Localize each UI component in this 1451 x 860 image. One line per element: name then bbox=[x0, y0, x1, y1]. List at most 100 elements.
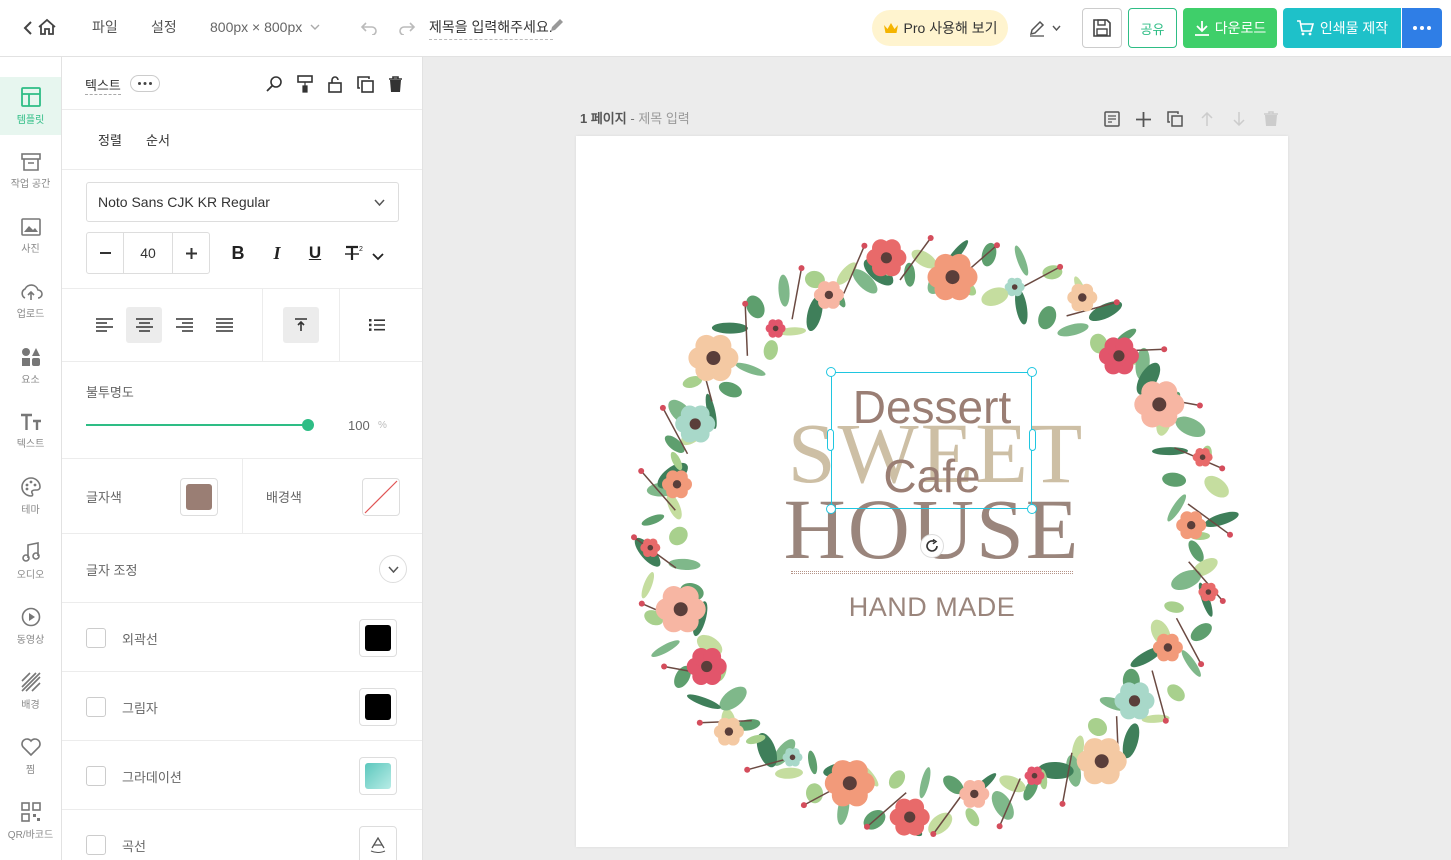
shadow-color-swatch[interactable] bbox=[359, 688, 397, 726]
nav-audio[interactable]: 오디오 bbox=[0, 532, 61, 590]
vertical-align-top-button[interactable] bbox=[283, 307, 319, 343]
gradient-color-swatch[interactable] bbox=[359, 757, 397, 795]
nav-label: 템플릿 bbox=[16, 114, 45, 126]
flower-center-shape bbox=[1031, 772, 1038, 779]
nav-qr-barcode[interactable]: QR/바코드 bbox=[0, 792, 61, 850]
more-styles-dropdown[interactable] bbox=[369, 248, 387, 266]
letter-adjust-row[interactable]: 글자 조정 bbox=[62, 534, 422, 603]
design-page[interactable]: SWEET HOUSE Dessert Cafe HAND MADE bbox=[576, 136, 1288, 847]
text-color-swatch[interactable] bbox=[180, 478, 218, 516]
leaf-shape bbox=[735, 362, 766, 376]
save-button[interactable] bbox=[1082, 8, 1122, 48]
move-up-icon[interactable] bbox=[1196, 108, 1218, 130]
nav-elements[interactable]: 요소 bbox=[0, 337, 61, 395]
bold-button[interactable]: B bbox=[227, 242, 249, 264]
home-icon[interactable] bbox=[36, 16, 58, 38]
resize-handle[interactable] bbox=[1027, 504, 1037, 514]
align-right-button[interactable] bbox=[166, 307, 202, 343]
outline-color-swatch[interactable] bbox=[359, 619, 397, 657]
increase-size-button[interactable] bbox=[172, 233, 209, 273]
add-page-icon[interactable] bbox=[1132, 108, 1154, 130]
side-handle[interactable] bbox=[1029, 429, 1036, 451]
page-memo-icon[interactable] bbox=[1101, 108, 1123, 130]
opacity-slider[interactable] bbox=[86, 419, 314, 431]
underline-button[interactable]: U bbox=[304, 242, 326, 264]
gradient-checkbox[interactable] bbox=[86, 766, 106, 786]
nav-video[interactable]: 동영상 bbox=[0, 597, 61, 655]
search-icon[interactable] bbox=[264, 74, 284, 94]
flower-center-shape bbox=[706, 351, 721, 365]
align-right-icon bbox=[175, 318, 193, 332]
pro-trial-button[interactable]: Pro 사용해 보기 bbox=[872, 10, 1008, 46]
slider-handle[interactable] bbox=[302, 419, 314, 431]
page-title-input[interactable]: 제목 입력 bbox=[638, 111, 689, 126]
lock-icon[interactable] bbox=[325, 74, 345, 94]
flower-center-shape bbox=[1094, 754, 1109, 769]
font-size-input[interactable]: 40 bbox=[124, 233, 172, 273]
nav-upload[interactable]: 업로드 bbox=[0, 272, 61, 330]
align-left-button[interactable] bbox=[86, 307, 122, 343]
selection-box[interactable] bbox=[826, 367, 1037, 558]
leaf-shape bbox=[965, 808, 980, 827]
list-button[interactable] bbox=[359, 307, 395, 343]
more-icon bbox=[1413, 26, 1431, 30]
undo-icon[interactable] bbox=[358, 17, 380, 39]
expand-button[interactable] bbox=[379, 555, 407, 583]
nav-workspace[interactable]: 작업 공간 bbox=[0, 142, 61, 200]
redo-icon[interactable] bbox=[396, 17, 418, 39]
side-handle[interactable] bbox=[827, 429, 834, 451]
nav-photo[interactable]: 사진 bbox=[0, 207, 61, 265]
flower-center-shape bbox=[1163, 643, 1173, 652]
pencil-icon[interactable] bbox=[547, 16, 565, 34]
palette-icon bbox=[20, 476, 41, 497]
resize-handle[interactable] bbox=[1027, 367, 1037, 377]
curve-preview[interactable] bbox=[359, 826, 397, 860]
resize-handle[interactable] bbox=[826, 504, 836, 514]
tab-align[interactable]: 정렬 bbox=[98, 130, 122, 149]
ornament-divider bbox=[791, 571, 1073, 574]
opacity-value[interactable]: 100 bbox=[348, 418, 370, 433]
duplicate-icon[interactable] bbox=[355, 74, 375, 94]
curve-checkbox[interactable] bbox=[86, 835, 106, 855]
rotate-handle[interactable] bbox=[920, 534, 944, 558]
trash-icon[interactable] bbox=[385, 74, 405, 94]
nav-label: 사진 bbox=[21, 243, 40, 255]
outline-checkbox[interactable] bbox=[86, 628, 106, 648]
paint-roller-icon[interactable] bbox=[295, 74, 315, 94]
leaf-shape bbox=[719, 686, 747, 711]
more-options-button[interactable] bbox=[130, 75, 160, 92]
settings-menu[interactable]: 설정 bbox=[151, 16, 177, 38]
align-justify-button[interactable] bbox=[206, 307, 242, 343]
file-menu[interactable]: 파일 bbox=[92, 16, 118, 38]
share-button[interactable]: 공유 bbox=[1128, 8, 1177, 48]
delete-page-icon[interactable] bbox=[1260, 108, 1282, 130]
tab-order[interactable]: 순서 bbox=[146, 130, 170, 149]
more-menu-button[interactable] bbox=[1402, 8, 1442, 48]
download-button[interactable]: 다운로드 bbox=[1183, 8, 1277, 48]
text-properties-panel: 텍스트 정렬 순서 Noto Sans CJK KR Regular 40 B … bbox=[62, 57, 423, 860]
duplicate-page-icon[interactable] bbox=[1164, 108, 1186, 130]
nav-text[interactable]: 텍스트 bbox=[0, 402, 61, 460]
font-family-select[interactable]: Noto Sans CJK KR Regular bbox=[86, 182, 399, 222]
bg-color-swatch[interactable] bbox=[362, 478, 400, 516]
draw-tool-button[interactable] bbox=[1022, 16, 1066, 40]
italic-button[interactable]: I bbox=[266, 242, 288, 264]
berry-shape bbox=[996, 823, 1003, 830]
alignment-controls bbox=[62, 289, 422, 362]
nav-favorites[interactable]: 찜 bbox=[0, 727, 61, 785]
back-icon[interactable] bbox=[18, 18, 38, 38]
nav-theme[interactable]: 테마 bbox=[0, 467, 61, 525]
handmade-text[interactable]: HAND MADE bbox=[802, 592, 1062, 623]
move-down-icon[interactable] bbox=[1228, 108, 1250, 130]
print-order-button[interactable]: 인쇄물 제작 bbox=[1283, 8, 1401, 48]
gradient-label: 그라데이션 bbox=[122, 770, 182, 785]
nav-background[interactable]: 배경 bbox=[0, 662, 61, 720]
canvas-size-select[interactable]: 800px × 800px bbox=[210, 16, 320, 38]
align-center-button[interactable] bbox=[126, 307, 162, 343]
resize-handle[interactable] bbox=[826, 367, 836, 377]
shadow-checkbox[interactable] bbox=[86, 697, 106, 717]
strikethrough-button[interactable]: 2 bbox=[343, 242, 365, 264]
nav-template[interactable]: 템플릿 bbox=[0, 77, 61, 135]
decrease-size-button[interactable] bbox=[87, 233, 124, 273]
doc-title-field[interactable]: 제목을 입력해주세요. bbox=[429, 14, 553, 40]
